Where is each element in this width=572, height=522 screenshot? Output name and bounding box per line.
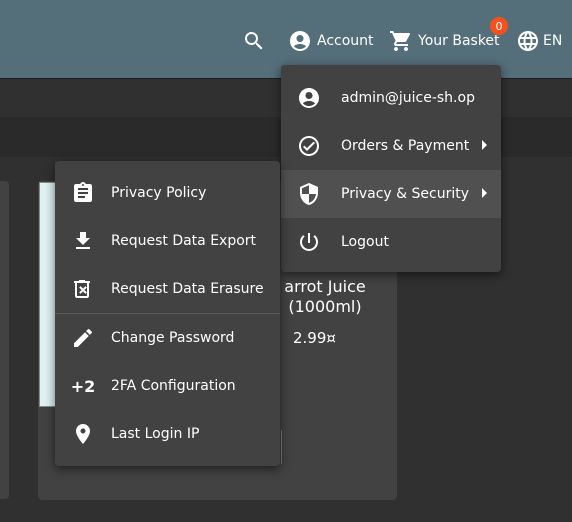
account-circle-icon (297, 86, 321, 110)
check-circle-icon (297, 134, 321, 158)
download-icon (71, 229, 95, 253)
menu-item-label: Last Login IP (111, 426, 200, 442)
pencil-icon (71, 326, 95, 350)
search-button[interactable] (242, 26, 266, 56)
account-label: Account (317, 33, 374, 49)
account-menu-item-privacy[interactable]: Privacy & Security (281, 170, 501, 218)
account-menu-item-logout[interactable]: Logout (281, 218, 501, 266)
privacy-security-menu: Privacy Policy Request Data Export Reque… (55, 161, 280, 466)
account-menu-item-orders[interactable]: Orders & Payment (281, 122, 501, 170)
menu-item-label: Orders & Payment (341, 138, 470, 154)
submenu-arrow-icon (482, 140, 487, 150)
privacy-menu-item-2fa[interactable]: +2 2FA Configuration (55, 362, 280, 410)
basket-label: Your Basket (418, 33, 500, 49)
shield-icon (297, 182, 321, 206)
menu-item-label: Request Data Export (111, 233, 257, 249)
privacy-menu-item-policy[interactable]: Privacy Policy (55, 169, 280, 217)
power-icon (297, 230, 321, 254)
menu-item-label: admin@juice-sh.op (341, 90, 475, 106)
search-icon (245, 32, 263, 50)
plus-two-icon: +2 (70, 376, 96, 396)
account-menu: admin@juice-sh.op Orders & Payment Priva… (281, 65, 501, 272)
trash-icon (71, 277, 95, 301)
product-card-partial[interactable] (0, 181, 9, 499)
globe-icon (518, 31, 538, 51)
clipboard-icon (71, 181, 95, 205)
privacy-menu-item-change-password[interactable]: Change Password (55, 314, 280, 362)
account-menu-item-user[interactable]: admin@juice-sh.op (281, 74, 501, 122)
menu-item-label: Logout (341, 234, 389, 250)
privacy-menu-item-export[interactable]: Request Data Export (55, 217, 280, 265)
account-button[interactable]: Account (288, 26, 374, 56)
basket-button[interactable]: Your Basket (389, 26, 500, 56)
privacy-menu-item-erasure[interactable]: Request Data Erasure (55, 265, 280, 313)
menu-item-label: Request Data Erasure (111, 281, 264, 297)
language-button[interactable]: EN (516, 26, 562, 56)
privacy-menu-item-last-login-ip[interactable]: Last Login IP (55, 410, 280, 458)
product-price: 2.99¤ (293, 329, 336, 347)
account-circle-icon (290, 31, 310, 51)
product-name: arrot Juice (1000ml) (284, 277, 366, 316)
basket-count-badge: 0 (490, 17, 508, 35)
menu-item-label: Privacy Policy (111, 185, 207, 201)
location-pin-icon (71, 422, 95, 446)
menu-item-label: 2FA Configuration (111, 378, 236, 394)
cart-icon (390, 31, 411, 51)
menu-item-label: Privacy & Security (341, 186, 469, 202)
add-to-basket-button-edge (281, 430, 282, 464)
language-label: EN (543, 33, 563, 49)
submenu-arrow-icon (482, 188, 487, 198)
menu-item-label: Change Password (111, 330, 235, 346)
